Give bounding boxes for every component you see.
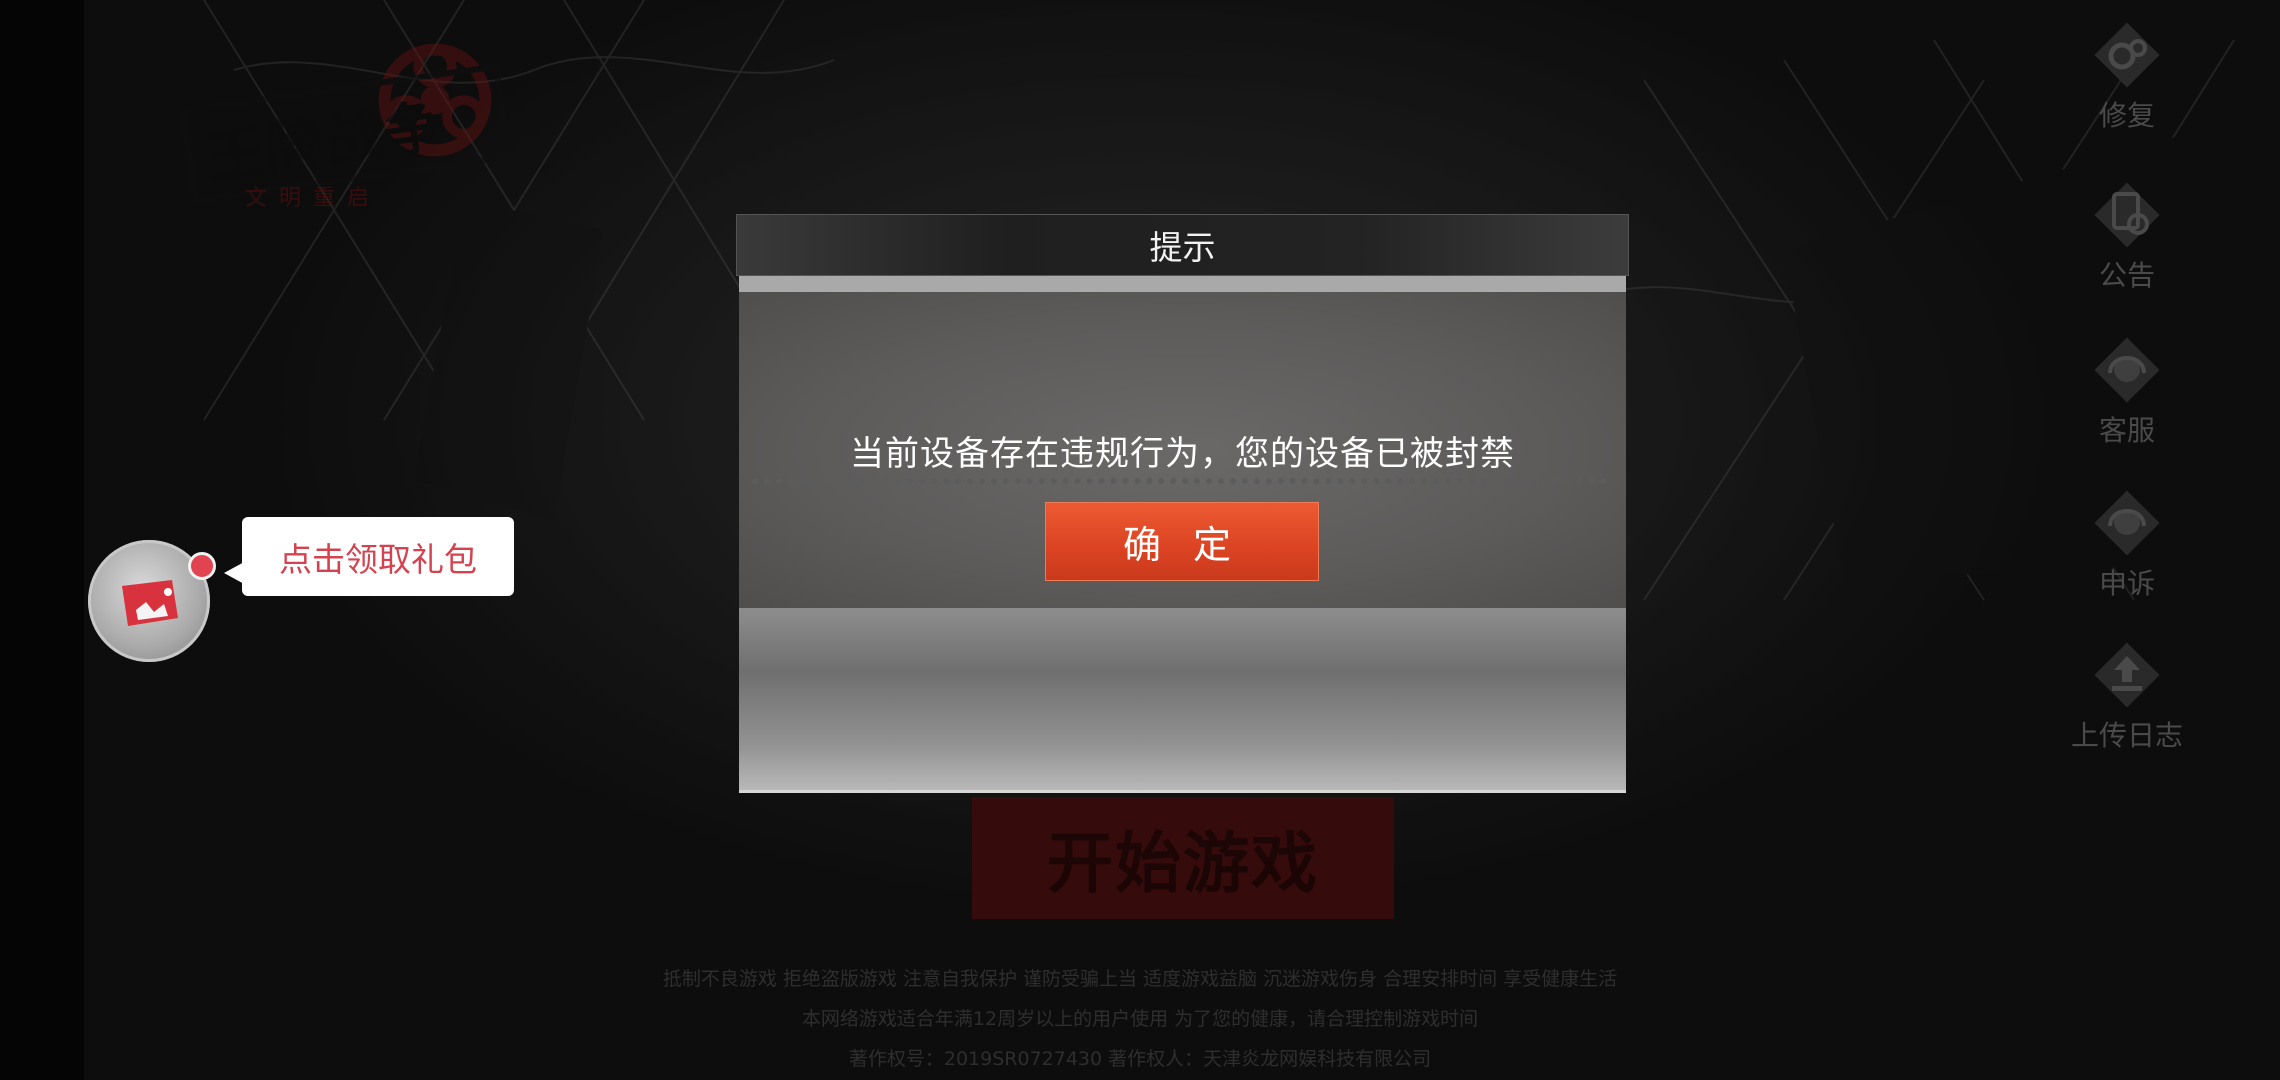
dotted-divider xyxy=(752,478,1607,484)
health-advisory-text: 抵制不良游戏 拒绝盗版游戏 注意自我保护 谨防受骗上当 适度游戏益脑 沉迷游戏伤… xyxy=(662,968,1618,990)
gear-icon xyxy=(2092,20,2162,90)
side-item-upload-log[interactable]: 上传日志 xyxy=(2052,640,2202,754)
side-item-repair[interactable]: 修复 xyxy=(2052,20,2202,134)
gift-bubble-text: 点击领取礼包 xyxy=(279,539,477,579)
start-game-button[interactable]: 开始游戏 xyxy=(972,797,1394,919)
side-label-appeal: 申诉 xyxy=(2098,567,2155,600)
dialog-message: 当前设备存在违规行为，您的设备已被封禁 xyxy=(850,433,1515,474)
dialog-divider xyxy=(739,276,1626,292)
gift-notification-dot xyxy=(188,552,216,580)
age-rating-text: 本网络游戏适合年满12周岁以上的用户使用 为了您的健康，请合理控制游戏时间 xyxy=(801,1008,1479,1030)
game-logo: 王牌战争 文明重启 xyxy=(175,40,515,211)
upload-icon xyxy=(2092,640,2162,710)
gift-bubble[interactable]: 点击领取礼包 xyxy=(224,517,514,596)
side-item-appeal[interactable]: 申诉 xyxy=(2052,488,2202,602)
side-item-customer-service[interactable]: 客服 xyxy=(2052,335,2202,449)
left-edge-bar xyxy=(0,0,84,1080)
dialog-title-bar: 提示 xyxy=(736,214,1629,276)
confirm-button[interactable]: 确 定 xyxy=(1045,502,1319,581)
logo-subtitle: 文明重启 xyxy=(245,186,382,211)
dialog-footer xyxy=(739,608,1626,793)
confirm-button-label: 确 定 xyxy=(1122,523,1242,567)
side-label-upload-log: 上传日志 xyxy=(2070,719,2183,752)
dialog-title: 提示 xyxy=(1149,228,1216,267)
copyright-text: 著作权号：2019SR0727430 著作权人：天津炎龙网娱科技有限公司 xyxy=(848,1048,1432,1070)
headset-icon xyxy=(2092,488,2162,558)
logo-title: 王牌战争 xyxy=(202,91,450,193)
start-game-label: 开始游戏 xyxy=(1047,825,1319,902)
side-label-customer-service: 客服 xyxy=(2098,414,2155,447)
headset-icon xyxy=(2092,335,2162,405)
notice-icon xyxy=(2092,180,2162,250)
side-item-notice[interactable]: 公告 xyxy=(2052,180,2202,294)
side-label-notice: 公告 xyxy=(2098,259,2155,292)
alert-dialog: 提示 当前设备存在违规行为，您的设备已被封禁 确 定 xyxy=(736,214,1629,793)
game-screen: 王牌战争 文明重启 修复 公告 客服 申诉 上传日志 点击领取礼包 开始游戏 抵… xyxy=(0,0,2280,1080)
side-label-repair: 修复 xyxy=(2098,99,2155,132)
